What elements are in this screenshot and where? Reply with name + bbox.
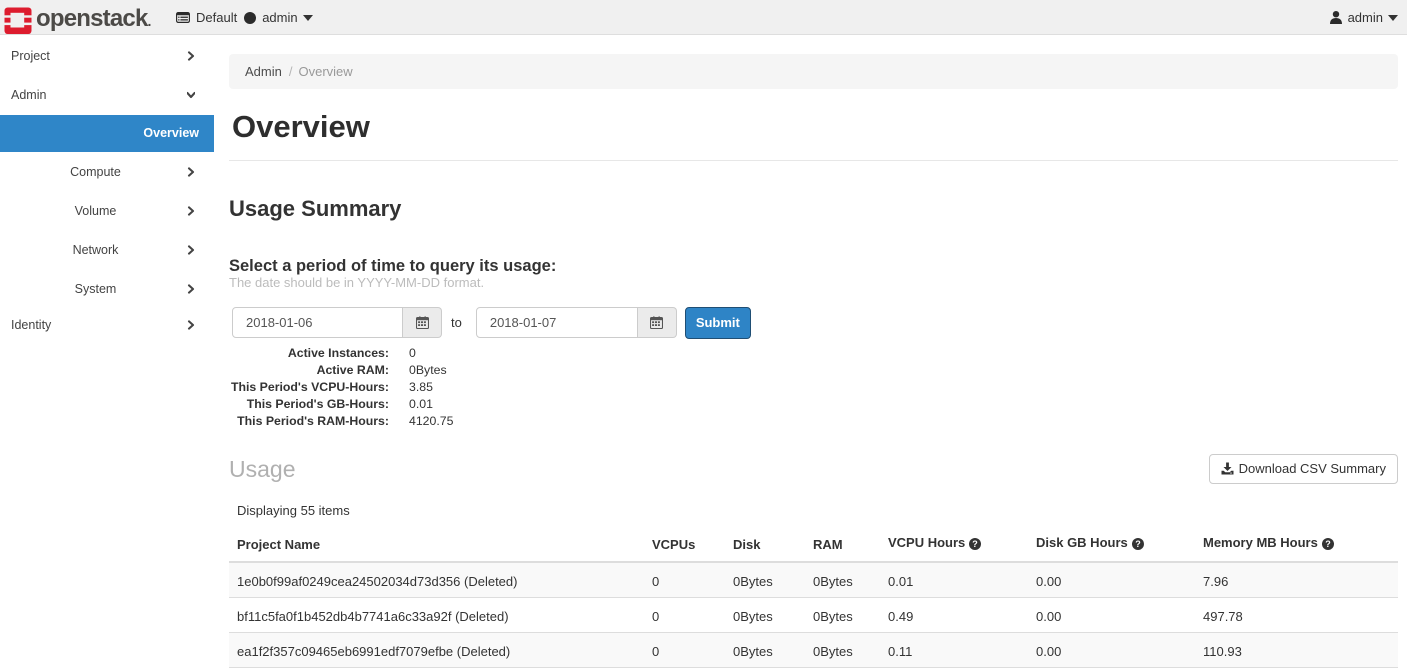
svg-text:?: ? (1325, 539, 1331, 549)
svg-text:?: ? (973, 539, 979, 549)
svg-text:?: ? (1135, 539, 1141, 549)
